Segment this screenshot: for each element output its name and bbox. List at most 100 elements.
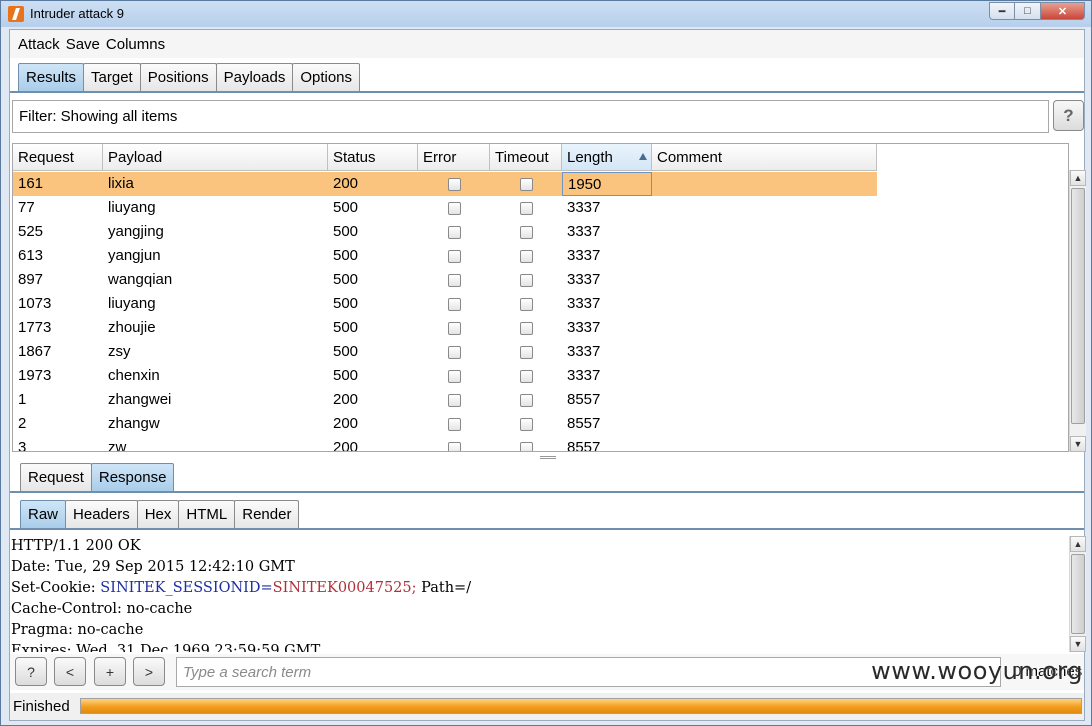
- menu-attack[interactable]: Attack: [18, 36, 60, 53]
- cell-comment: [652, 292, 877, 316]
- error-checkbox[interactable]: [447, 225, 461, 239]
- error-checkbox[interactable]: [447, 345, 461, 359]
- error-checkbox[interactable]: [447, 417, 461, 431]
- column-timeout[interactable]: Timeout: [490, 144, 562, 171]
- table-row[interactable]: 613 yangjun 500 3337: [13, 244, 877, 268]
- timeout-checkbox[interactable]: [519, 441, 533, 451]
- tab-html[interactable]: HTML: [178, 500, 236, 528]
- response-pragma-header: Pragma: no-cache: [11, 622, 144, 638]
- cell-comment: [652, 388, 877, 412]
- column-length[interactable]: Length: [562, 144, 652, 171]
- error-checkbox[interactable]: [447, 201, 461, 215]
- response-scrollbar[interactable]: ▲ ▼: [1069, 536, 1086, 652]
- timeout-checkbox[interactable]: [519, 345, 533, 359]
- cell-length: 3337: [567, 343, 601, 360]
- table-row[interactable]: 1 zhangwei 200 8557: [13, 388, 877, 412]
- cell-status: 500: [333, 343, 359, 360]
- tab-options[interactable]: Options: [292, 63, 361, 91]
- timeout-checkbox[interactable]: [519, 417, 533, 431]
- next-match-button[interactable]: >: [133, 657, 165, 686]
- cell-timeout: [490, 244, 562, 268]
- tab-render[interactable]: Render: [234, 500, 300, 528]
- scroll-thumb[interactable]: [1071, 188, 1085, 424]
- table-row[interactable]: 1973 chenxin 500 3337: [13, 364, 877, 388]
- table-row[interactable]: 161 lixia 200 1950: [13, 172, 877, 196]
- cell-error: [418, 388, 490, 412]
- cell-payload: zsy: [108, 343, 131, 360]
- column-request[interactable]: Request: [13, 144, 103, 171]
- tab-results[interactable]: Results: [18, 63, 85, 91]
- search-help-button[interactable]: ?: [15, 657, 47, 686]
- add-search-button[interactable]: +: [94, 657, 126, 686]
- cookie-prefix: Set-Cookie:: [11, 580, 101, 596]
- error-checkbox[interactable]: [447, 297, 461, 311]
- tab-target[interactable]: Target: [83, 63, 141, 91]
- cell-timeout: [490, 220, 562, 244]
- table-row[interactable]: 1773 zhoujie 500 3337: [13, 316, 877, 340]
- previous-match-button[interactable]: <: [54, 657, 86, 686]
- tab-request[interactable]: Request: [20, 463, 92, 491]
- cell-timeout: [490, 292, 562, 316]
- cookie-name: SINITEK_SESSIONID: [100, 580, 261, 596]
- column-payload[interactable]: Payload: [103, 144, 328, 171]
- cell-payload: zw: [108, 439, 127, 452]
- cell-error: [418, 196, 490, 220]
- error-checkbox[interactable]: [447, 393, 461, 407]
- error-checkbox[interactable]: [447, 249, 461, 263]
- timeout-checkbox[interactable]: [519, 177, 533, 191]
- error-checkbox[interactable]: [447, 369, 461, 383]
- timeout-checkbox[interactable]: [519, 273, 533, 287]
- cell-error: [418, 316, 490, 340]
- error-checkbox[interactable]: [447, 441, 461, 451]
- error-checkbox[interactable]: [447, 177, 461, 191]
- timeout-checkbox[interactable]: [519, 369, 533, 383]
- timeout-checkbox[interactable]: [519, 393, 533, 407]
- cell-error: [418, 244, 490, 268]
- timeout-checkbox[interactable]: [519, 297, 533, 311]
- table-row[interactable]: 897 wangqian 500 3337: [13, 268, 877, 292]
- cell-payload: chenxin: [108, 367, 160, 384]
- cell-timeout: [490, 172, 562, 196]
- table-row[interactable]: 1073 liuyang 500 3337: [13, 292, 877, 316]
- column-comment[interactable]: Comment: [652, 144, 877, 171]
- tab-raw[interactable]: Raw: [20, 500, 67, 528]
- tab-response[interactable]: Response: [90, 463, 175, 491]
- split-pane-handle[interactable]: [540, 456, 556, 459]
- close-icon[interactable]: ✕: [1041, 2, 1085, 20]
- table-row[interactable]: 77 liuyang 500 3337: [13, 196, 877, 220]
- tab-headers[interactable]: Headers: [65, 500, 138, 528]
- raw-response-view[interactable]: HTTP/1.1 200 OK Date: Tue, 29 Sep 2015 1…: [10, 536, 1067, 652]
- maximize-icon[interactable]: □: [1015, 2, 1041, 20]
- tab-positions[interactable]: Positions: [139, 63, 217, 91]
- timeout-checkbox[interactable]: [519, 225, 533, 239]
- filter-help-button[interactable]: ?: [1053, 100, 1084, 131]
- status-bar: Finished: [10, 693, 1084, 720]
- column-error[interactable]: Error: [418, 144, 490, 171]
- progress-bar: [80, 698, 1082, 714]
- cell-length: 8557: [567, 391, 601, 408]
- menu-columns[interactable]: Columns: [106, 36, 165, 53]
- menu-save[interactable]: Save: [66, 36, 100, 53]
- tab-hex[interactable]: Hex: [136, 500, 180, 528]
- filter-bar[interactable]: Filter: Showing all items: [12, 100, 1049, 133]
- timeout-checkbox[interactable]: [519, 321, 533, 335]
- timeout-checkbox[interactable]: [519, 201, 533, 215]
- table-row[interactable]: 3 zw 200 8557: [13, 436, 877, 452]
- error-checkbox[interactable]: [447, 273, 461, 287]
- scroll-down-icon[interactable]: ▼: [1070, 436, 1086, 452]
- table-row[interactable]: 525 yangjing 500 3337: [13, 220, 877, 244]
- timeout-checkbox[interactable]: [519, 249, 533, 263]
- minimize-icon[interactable]: ━: [989, 2, 1015, 20]
- table-row[interactable]: 1867 zsy 500 3337: [13, 340, 877, 364]
- response-expires-header: Expires: Wed, 31 Dec 1969 23:59:59 GMT: [11, 643, 321, 652]
- table-row[interactable]: 2 zhangw 200 8557: [13, 412, 877, 436]
- scroll-thumb[interactable]: [1071, 554, 1085, 634]
- column-status[interactable]: Status: [328, 144, 418, 171]
- scroll-down-icon[interactable]: ▼: [1070, 636, 1086, 652]
- cell-error: [418, 436, 490, 451]
- results-scrollbar[interactable]: ▲ ▼: [1069, 170, 1086, 452]
- scroll-up-icon[interactable]: ▲: [1070, 170, 1086, 186]
- scroll-up-icon[interactable]: ▲: [1070, 536, 1086, 552]
- error-checkbox[interactable]: [447, 321, 461, 335]
- tab-payloads[interactable]: Payloads: [215, 63, 294, 91]
